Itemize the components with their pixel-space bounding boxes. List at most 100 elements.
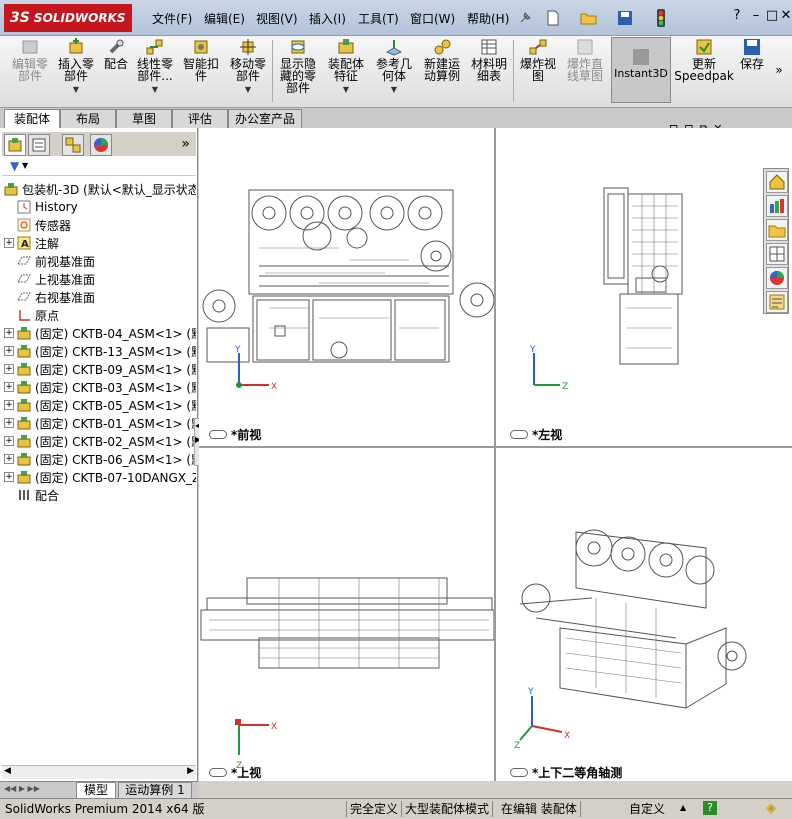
expand-icon[interactable]: + <box>4 436 14 446</box>
explode-line-sketch-button[interactable]: 爆炸直 线草图 <box>562 38 608 82</box>
tree-item[interactable]: + (固定) CKTB-13_ASM<1> (默认 <box>4 342 196 360</box>
minimize-icon[interactable]: – <box>748 8 764 24</box>
horizontal-pane-divider[interactable] <box>199 446 792 448</box>
tree-item[interactable]: + (固定) CKTB-04_ASM<1> (默认 <box>4 324 196 342</box>
filter-icon[interactable]: ▼ <box>10 159 19 173</box>
tree-item[interactable]: + (固定) CKTB-07-10DANGX_ZHO <box>4 468 196 486</box>
save-button[interactable]: 保存 <box>736 38 768 70</box>
tree-item[interactable]: 配合 <box>4 486 196 504</box>
tree-item[interactable]: 上视基准面 <box>4 270 196 288</box>
smart-fastener-button[interactable]: 智能扣 件 <box>180 38 222 82</box>
rebuild-notification-icon[interactable]: ◈ <box>766 801 776 816</box>
chevron-down-icon[interactable]: ▼ <box>343 84 349 96</box>
tree-item[interactable]: 传感器 <box>4 216 196 234</box>
tree-item[interactable]: + (固定) CKTB-09_ASM<1> (默认 <box>4 360 196 378</box>
new-document-icon[interactable] <box>542 6 564 30</box>
tree-item[interactable]: + (固定) CKTB-03_ASM<1> (默认 <box>4 378 196 396</box>
expand-icon[interactable]: + <box>4 328 14 338</box>
expand-icon[interactable]: + <box>4 382 14 392</box>
menu-edit[interactable]: 编辑(E) <box>204 10 245 27</box>
top-view-pane[interactable]: Z X *上视 <box>199 448 494 781</box>
propertymanager-tab-icon[interactable] <box>28 134 50 156</box>
help-question-icon[interactable]: ? <box>729 8 745 24</box>
expand-icon[interactable]: + <box>4 418 14 428</box>
tab-layout[interactable]: 布局 <box>60 109 116 128</box>
mate-button[interactable]: 配合 <box>100 38 132 70</box>
tab-model[interactable]: 模型 <box>76 782 116 798</box>
linear-pattern-button[interactable]: 线性零 部件... ▼ <box>134 38 176 96</box>
tree-item[interactable]: 右视基准面 <box>4 288 196 306</box>
new-motion-study-button[interactable]: 新建运 动算例 <box>420 38 464 82</box>
menu-help[interactable]: 帮助(H) <box>467 10 509 27</box>
tree-item[interactable]: + A 注解 <box>4 234 196 252</box>
tree-item[interactable]: History <box>4 198 196 216</box>
tree-item[interactable]: 前视基准面 <box>4 252 196 270</box>
menu-file[interactable]: 文件(F) <box>152 10 192 27</box>
move-component-button[interactable]: 移动零 部件 ▼ <box>226 38 270 96</box>
help-icon[interactable]: ? <box>703 801 717 815</box>
show-hidden-components-button[interactable]: 显示隐 藏的零 部件 <box>276 38 320 94</box>
instant3d-button[interactable]: Instant3D <box>611 37 671 103</box>
menu-window[interactable]: 窗口(W) <box>410 10 455 27</box>
menu-insert[interactable]: 插入(I) <box>309 10 346 27</box>
configurationmanager-tab-icon[interactable] <box>62 134 84 156</box>
graphics-area[interactable]: ⊡ ⊟ ⧉ ✕ <box>199 122 792 781</box>
tree-root[interactable]: 包装机-3D (默认<默认_显示状态 <box>4 180 196 198</box>
expand-icon[interactable]: + <box>4 364 14 374</box>
reference-geometry-button[interactable]: 参考几 何体 ▼ <box>372 38 416 96</box>
link-icon[interactable] <box>510 430 528 439</box>
vertical-pane-divider[interactable] <box>494 128 496 781</box>
isometric-view-pane[interactable]: Y X Z *上下二等角轴测 <box>496 448 792 781</box>
tree-item[interactable]: + (固定) CKTB-01_ASM<1> (默认 <box>4 414 196 432</box>
expand-icon[interactable]: + <box>4 238 14 248</box>
chevron-down-icon[interactable]: ▼ <box>245 84 251 96</box>
scroll-left-icon[interactable]: ◀ <box>4 766 11 776</box>
front-view-pane[interactable]: Y X *前视 <box>199 128 494 446</box>
chevron-down-icon[interactable]: ▼ <box>391 84 397 96</box>
save-toolbar-icon[interactable] <box>614 6 636 30</box>
assembly-feature-button[interactable]: 装配体 特征 ▼ <box>324 38 368 96</box>
displaymanager-tab-icon[interactable] <box>90 134 112 156</box>
tree-item[interactable]: 原点 <box>4 306 196 324</box>
expand-panel-icon[interactable]: » <box>181 136 190 152</box>
tab-motion-study[interactable]: 运动算例 1 <box>118 782 192 798</box>
chevron-down-icon[interactable]: ▼ <box>22 161 28 170</box>
exploded-view-button[interactable]: 爆炸视 图 <box>516 38 560 82</box>
tree-item[interactable]: + (固定) CKTB-02_ASM<1> (默认 <box>4 432 196 450</box>
bill-of-materials-button[interactable]: 材料明 细表 <box>468 38 510 82</box>
tab-office-products[interactable]: 办公室产品 <box>228 109 302 128</box>
chevron-down-icon[interactable]: ▼ <box>73 84 79 96</box>
update-speedpak-button[interactable]: 更新 Speedpak <box>674 38 734 82</box>
solidworks-logo[interactable]: 3S SOLIDWORKS <box>4 4 132 32</box>
solidworks-resources-icon[interactable] <box>766 171 788 193</box>
view-palette-icon[interactable] <box>766 243 788 265</box>
link-icon[interactable] <box>209 430 227 439</box>
link-icon[interactable] <box>209 768 227 777</box>
chevron-down-icon[interactable]: ▼ <box>152 84 158 96</box>
tree-item[interactable]: + (固定) CKTB-05_ASM<1> (默认 <box>4 396 196 414</box>
chevron-up-icon[interactable]: ▲ <box>680 803 686 812</box>
rebuild-traffic-light-icon[interactable] <box>650 6 672 30</box>
open-folder-icon[interactable] <box>578 6 600 30</box>
appearances-scenes-icon[interactable] <box>766 267 788 289</box>
menu-tools[interactable]: 工具(T) <box>358 10 399 27</box>
scroll-right-icon[interactable]: ▶ <box>187 766 194 776</box>
ribbon-overflow-icon[interactable]: » <box>772 64 786 76</box>
tab-assembly[interactable]: 装配体 <box>4 109 60 129</box>
expand-icon[interactable]: + <box>4 346 14 356</box>
tree-item[interactable]: + (固定) CKTB-06_ASM<1> (默认 <box>4 450 196 468</box>
pin-icon[interactable] <box>514 6 536 30</box>
tree-filter[interactable]: ▼ ▼ <box>2 158 196 176</box>
expand-icon[interactable]: + <box>4 400 14 410</box>
design-library-icon[interactable] <box>766 195 788 217</box>
link-icon[interactable] <box>510 768 528 777</box>
expand-icon[interactable]: + <box>4 454 14 464</box>
expand-icon[interactable]: + <box>4 472 14 482</box>
custom-properties-icon[interactable] <box>766 291 788 313</box>
horizontal-scrollbar[interactable]: ◀ ▶ <box>2 765 196 779</box>
insert-component-button[interactable]: 插入零 部件 ▼ <box>56 38 96 96</box>
tab-evaluate[interactable]: 评估 <box>172 109 228 128</box>
left-view-pane[interactable]: Y Z *左视 <box>496 128 792 446</box>
featuremanager-tab-icon[interactable] <box>4 134 26 156</box>
tab-scroll-arrows[interactable]: ◀◀ ▶ ▶▶ <box>4 784 40 793</box>
